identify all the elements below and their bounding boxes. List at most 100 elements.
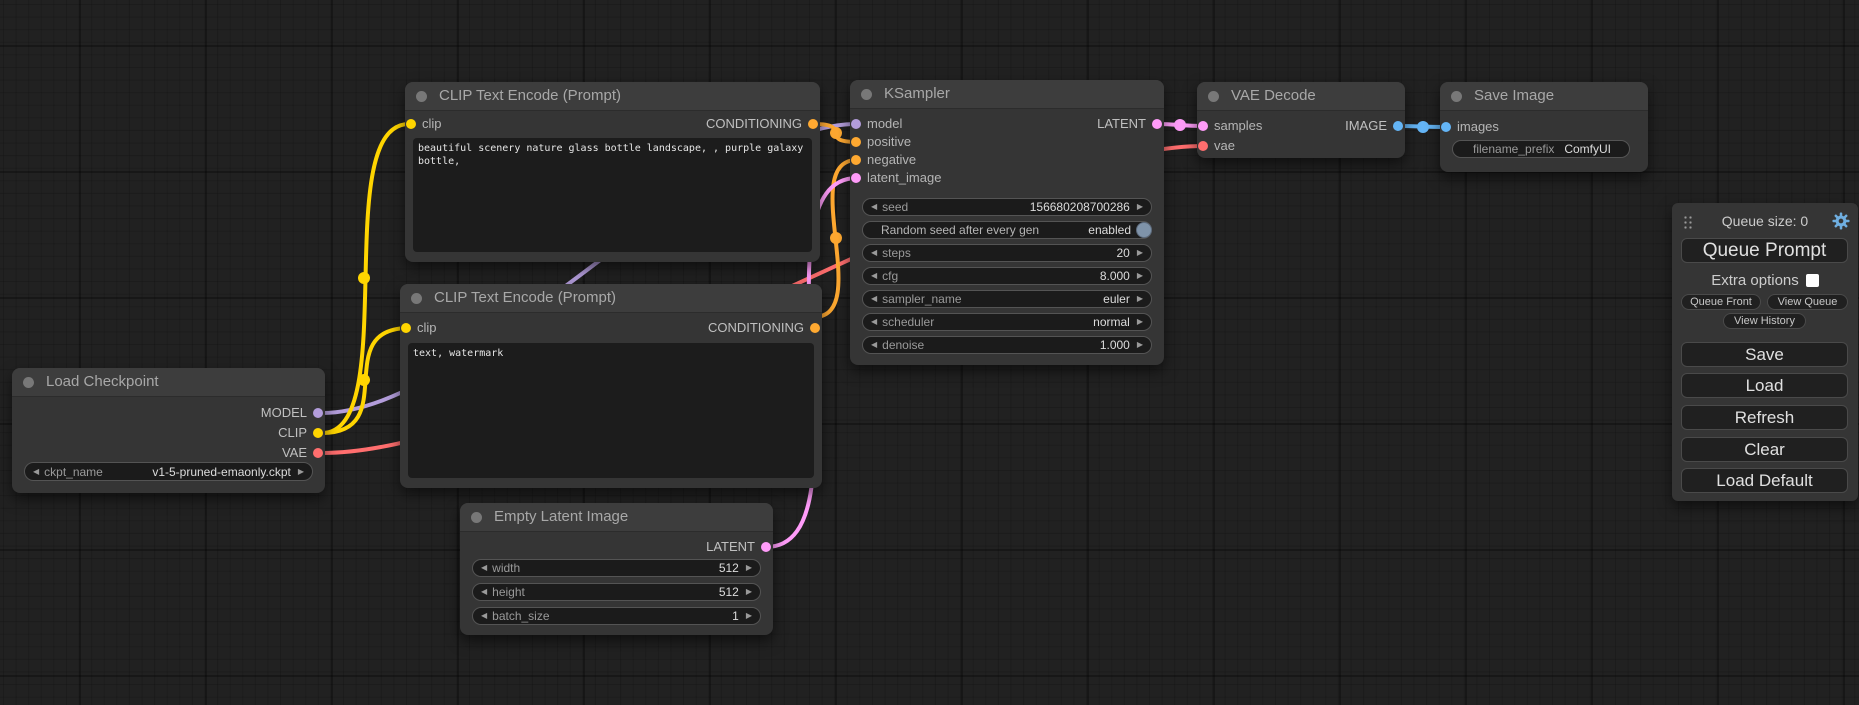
- sampler-name-widget[interactable]: ◀ sampler_name euler ▶: [862, 290, 1152, 308]
- cfg-widget[interactable]: ◀ cfg 8.000 ▶: [862, 267, 1152, 285]
- output-label: LATENT: [706, 538, 755, 556]
- node-empty-latent-image[interactable]: Empty Latent Image LATENT ◀ width 512 ▶ …: [460, 503, 773, 635]
- increment-arrow-icon[interactable]: ▶: [1135, 314, 1145, 330]
- increment-arrow-icon[interactable]: ▶: [1135, 199, 1145, 215]
- queue-menu-panel[interactable]: Queue size: 0 Queue Prompt Extra options…: [1672, 203, 1858, 501]
- seed-widget[interactable]: ◀ seed 156680208700286 ▶: [862, 198, 1152, 216]
- decrement-arrow-icon[interactable]: ◀: [869, 268, 879, 284]
- increment-arrow-icon[interactable]: ▶: [1135, 291, 1145, 307]
- steps-widget[interactable]: ◀ steps 20 ▶: [862, 244, 1152, 262]
- decrement-arrow-icon[interactable]: ◀: [869, 245, 879, 261]
- node-clip-text-encode-negative[interactable]: CLIP Text Encode (Prompt) clip CONDITION…: [400, 284, 822, 488]
- node-title: Empty Latent Image: [494, 508, 628, 525]
- decrement-arrow-icon[interactable]: ◀: [869, 337, 879, 353]
- clip-output-port[interactable]: [313, 428, 323, 438]
- output-label: VAE: [282, 444, 307, 462]
- vae-input-port[interactable]: [1198, 141, 1208, 151]
- negative-input-port[interactable]: [851, 155, 861, 165]
- increment-arrow-icon[interactable]: ▶: [1135, 337, 1145, 353]
- clip-input-port[interactable]: [406, 119, 416, 129]
- decrement-arrow-icon[interactable]: ◀: [479, 608, 489, 624]
- decrement-arrow-icon[interactable]: ◀: [869, 199, 879, 215]
- prompt-textarea[interactable]: beautiful scenery nature glass bottle la…: [413, 138, 812, 252]
- link-midpoint-dot: [830, 232, 842, 244]
- load-button[interactable]: Load: [1681, 373, 1848, 398]
- scheduler-widget[interactable]: ◀ scheduler normal ▶: [862, 313, 1152, 331]
- decrement-arrow-icon[interactable]: ◀: [479, 560, 489, 576]
- input-label: vae: [1214, 137, 1235, 155]
- latent-output-port[interactable]: [761, 542, 771, 552]
- clip-input-port[interactable]: [401, 323, 411, 333]
- collapse-dot-icon[interactable]: [861, 89, 872, 100]
- collapse-dot-icon[interactable]: [411, 293, 422, 304]
- vae-output-port[interactable]: [313, 448, 323, 458]
- increment-arrow-icon[interactable]: ▶: [744, 560, 754, 576]
- denoise-widget[interactable]: ◀ denoise 1.000 ▶: [862, 336, 1152, 354]
- refresh-button[interactable]: Refresh: [1681, 405, 1848, 430]
- settings-gear-icon[interactable]: [1832, 212, 1850, 235]
- latent-image-input-port[interactable]: [851, 173, 861, 183]
- latent-output-port[interactable]: [1152, 119, 1162, 129]
- model-output-port[interactable]: [313, 408, 323, 418]
- view-queue-button[interactable]: View Queue: [1767, 294, 1848, 310]
- output-label: MODEL: [261, 404, 307, 422]
- output-label: LATENT: [1097, 115, 1146, 133]
- node-vae-decode[interactable]: VAE Decode samples IMAGE vae: [1197, 82, 1405, 158]
- toggle-icon[interactable]: [1136, 222, 1152, 238]
- node-title-bar[interactable]: Save Image: [1440, 82, 1648, 111]
- decrement-arrow-icon[interactable]: ◀: [479, 584, 489, 600]
- increment-arrow-icon[interactable]: ▶: [744, 584, 754, 600]
- images-input-port[interactable]: [1441, 122, 1451, 132]
- ckpt-name-widget[interactable]: ◀ ckpt_name v1-5-pruned-emaonly.ckpt ▶: [24, 462, 313, 481]
- model-input-port[interactable]: [851, 119, 861, 129]
- queue-prompt-button[interactable]: Queue Prompt: [1681, 238, 1848, 263]
- widget-label: steps: [882, 245, 911, 261]
- view-history-button[interactable]: View History: [1723, 313, 1806, 329]
- positive-input-port[interactable]: [851, 137, 861, 147]
- queue-front-button[interactable]: Queue Front: [1681, 294, 1761, 310]
- increment-arrow-icon[interactable]: ▶: [1135, 268, 1145, 284]
- increment-arrow-icon[interactable]: ▶: [1135, 245, 1145, 261]
- comfyui-canvas[interactable]: { "app": {"name": "ComfyUI node graph"},…: [0, 0, 1859, 705]
- collapse-dot-icon[interactable]: [1208, 91, 1219, 102]
- node-ksampler[interactable]: KSampler model LATENT positive negative …: [850, 80, 1164, 365]
- increment-arrow-icon[interactable]: ▶: [296, 464, 306, 480]
- input-label: negative: [867, 151, 916, 169]
- input-label: clip: [417, 319, 437, 337]
- node-title-bar[interactable]: CLIP Text Encode (Prompt): [405, 82, 820, 111]
- collapse-dot-icon[interactable]: [1451, 91, 1462, 102]
- node-save-image[interactable]: Save Image images filename_prefix ComfyU…: [1440, 82, 1648, 172]
- node-title-bar[interactable]: VAE Decode: [1197, 82, 1405, 111]
- filename-prefix-widget[interactable]: filename_prefix ComfyUI: [1452, 140, 1630, 158]
- node-title-bar[interactable]: KSampler: [850, 80, 1164, 109]
- random-seed-toggle-widget[interactable]: Random seed after every gen enabled: [862, 221, 1152, 239]
- clear-button[interactable]: Clear: [1681, 437, 1848, 462]
- prompt-textarea[interactable]: text, watermark: [408, 343, 814, 478]
- node-title-bar[interactable]: Load Checkpoint: [12, 368, 325, 397]
- widget-value: 1.000: [1100, 337, 1130, 353]
- collapse-dot-icon[interactable]: [471, 512, 482, 523]
- widget-label: batch_size: [492, 608, 549, 624]
- increment-arrow-icon[interactable]: ▶: [744, 608, 754, 624]
- decrement-arrow-icon[interactable]: ◀: [31, 464, 41, 480]
- node-load-checkpoint[interactable]: Load Checkpoint MODEL CLIP VAE ◀ ckpt_na…: [12, 368, 325, 493]
- widget-label: denoise: [882, 337, 924, 353]
- height-widget[interactable]: ◀ height 512 ▶: [472, 583, 761, 601]
- batch-size-widget[interactable]: ◀ batch_size 1 ▶: [472, 607, 761, 625]
- width-widget[interactable]: ◀ width 512 ▶: [472, 559, 761, 577]
- node-clip-text-encode-positive[interactable]: CLIP Text Encode (Prompt) clip CONDITION…: [405, 82, 820, 262]
- load-default-button[interactable]: Load Default: [1681, 468, 1848, 493]
- decrement-arrow-icon[interactable]: ◀: [869, 291, 879, 307]
- samples-input-port[interactable]: [1198, 121, 1208, 131]
- conditioning-output-port[interactable]: [810, 323, 820, 333]
- save-button[interactable]: Save: [1681, 342, 1848, 367]
- node-title-bar[interactable]: Empty Latent Image: [460, 503, 773, 532]
- queue-size-label: Queue size: 0: [1672, 213, 1858, 229]
- extra-options-checkbox[interactable]: [1806, 274, 1819, 287]
- decrement-arrow-icon[interactable]: ◀: [869, 314, 879, 330]
- collapse-dot-icon[interactable]: [23, 377, 34, 388]
- collapse-dot-icon[interactable]: [416, 91, 427, 102]
- conditioning-output-port[interactable]: [808, 119, 818, 129]
- image-output-port[interactable]: [1393, 121, 1403, 131]
- node-title-bar[interactable]: CLIP Text Encode (Prompt): [400, 284, 822, 313]
